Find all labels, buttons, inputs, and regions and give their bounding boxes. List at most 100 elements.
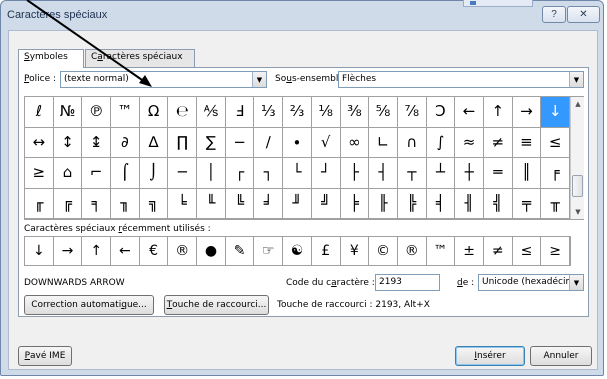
symbol-grid[interactable]: ╥ ╤ ╣ ╢ ╡ ╠ ╟ ╞ ╝ ╜ ╛ ╚ ╙ ╘ ╗ ╖ ╕ ╔ ╓ ╒ ║ ═ ┼ ┴ ┬ ┤ ├ ┘ └ ┐ ┌ │ ─ ⌡ ⌠ ⌐ ⌂ ≥ ≤ ≡… — [24, 96, 584, 220]
recent-symbol-cell[interactable]: ® — [398, 237, 427, 265]
recent-symbol-cell[interactable]: ≠ — [484, 237, 513, 265]
symbol-cell[interactable]: ⅜ — [340, 97, 370, 128]
recent-symbol-cell[interactable]: ¥ — [341, 237, 370, 265]
symbol-cell[interactable]: ╗ — [139, 188, 169, 219]
symbol-cell[interactable]: ┬ — [397, 158, 427, 189]
recent-symbol-cell[interactable]: ↓ — [25, 237, 54, 265]
recent-symbol-cell[interactable]: ☞ — [254, 237, 284, 265]
symbol-cell[interactable]: ∫ — [426, 127, 456, 158]
symbol-cell[interactable]: ╝ — [311, 188, 341, 219]
scroll-up-icon[interactable]: ▲ — [571, 97, 585, 111]
symbol-cell[interactable]: └ — [283, 158, 312, 189]
symbol-cell[interactable]: ╥ — [541, 188, 570, 219]
symbol-cell[interactable]: ⅝ — [369, 97, 398, 128]
symbol-cell[interactable]: ∂ — [111, 127, 140, 158]
symbol-cell[interactable]: ╘ — [168, 188, 198, 219]
recent-symbol-cell[interactable]: ✎ — [226, 237, 255, 265]
symbol-cell[interactable]: ═ — [483, 158, 513, 189]
symbol-cell[interactable]: ≡ — [512, 127, 542, 158]
symbol-cell[interactable]: ╣ — [483, 188, 513, 219]
symbol-cell[interactable]: ┤ — [369, 158, 398, 189]
symbol-cell[interactable]: ╔ — [53, 188, 83, 219]
scroll-thumb[interactable] — [572, 175, 583, 197]
symbol-cell[interactable]: ╛ — [254, 188, 284, 219]
symbol-cell[interactable]: ∆ — [139, 127, 169, 158]
symbol-cell[interactable]: ⅍ — [197, 97, 226, 128]
recent-symbol-cell[interactable]: ☯ — [283, 237, 312, 265]
symbol-cell[interactable]: ╤ — [512, 188, 542, 219]
symbol-cell[interactable]: ↕ — [53, 127, 83, 158]
scroll-down-icon[interactable]: ▼ — [571, 205, 585, 219]
recent-symbol-cell[interactable]: ← — [111, 237, 140, 265]
symbol-cell[interactable]: ≥ — [25, 158, 54, 189]
symbol-cell[interactable]: ║ — [512, 158, 542, 189]
symbol-cell[interactable]: № — [53, 97, 83, 128]
symbol-cell[interactable]: ™ — [111, 97, 140, 128]
shortcut-key-button[interactable]: Touche de raccourci... — [164, 295, 269, 315]
symbol-cell[interactable]: ╕ — [82, 188, 112, 219]
symbol-cell[interactable]: ↔ — [25, 127, 54, 158]
symbol-cell-selected[interactable]: ↓ — [541, 97, 570, 128]
symbol-cell[interactable]: ℓ — [25, 97, 54, 128]
close-button[interactable]: ✕ — [567, 6, 600, 23]
symbol-cell[interactable]: ┌ — [225, 158, 255, 189]
symbol-cell[interactable]: ╖ — [111, 188, 140, 219]
symbol-cell[interactable]: ↨ — [82, 127, 112, 158]
recent-symbol-cell[interactable]: ® — [168, 237, 198, 265]
symbol-cell[interactable]: ∕ — [254, 127, 284, 158]
char-code-field[interactable]: 2193 — [375, 274, 440, 291]
symbol-cell[interactable]: ← — [455, 97, 484, 128]
recent-symbol-cell[interactable]: → — [54, 237, 83, 265]
symbol-cell[interactable]: ╞ — [340, 188, 370, 219]
chevron-down-icon[interactable]: ▼ — [569, 275, 583, 290]
font-select[interactable]: (texte normal) ▼ — [60, 71, 267, 88]
recent-symbol-cell[interactable]: ≤ — [513, 237, 542, 265]
symbol-cell[interactable]: ℗ — [82, 97, 112, 128]
recent-symbols-grid[interactable]: ↓ → ↑ ← € ® ● ✎ ☞ ☯ £ ¥ © ® ™ ± ≠ ≤ ≥ — [24, 236, 571, 266]
symbol-cell[interactable]: → — [512, 97, 542, 128]
symbol-cell[interactable]: Ↄ — [426, 97, 456, 128]
symbol-cell[interactable]: ┐ — [254, 158, 284, 189]
symbol-cell[interactable]: ↑ — [483, 97, 513, 128]
subset-select[interactable]: Flèches ▼ — [338, 71, 584, 88]
symbol-cell[interactable]: ℮ — [168, 97, 198, 128]
symbol-cell[interactable]: ∑ — [197, 127, 226, 158]
symbol-cell[interactable]: ─ — [168, 158, 198, 189]
symbol-cell[interactable]: ∞ — [340, 127, 370, 158]
symbol-cell[interactable]: ╓ — [25, 188, 54, 219]
help-button[interactable]: ? — [542, 6, 566, 23]
symbol-cell[interactable]: ╒ — [541, 158, 570, 189]
symbol-cell[interactable]: ╢ — [455, 188, 484, 219]
recent-symbol-cell[interactable]: ™ — [427, 237, 456, 265]
symbol-cell[interactable]: ∙ — [283, 127, 312, 158]
recent-symbol-cell[interactable]: © — [369, 237, 398, 265]
recent-symbol-cell[interactable]: € — [140, 237, 169, 265]
symbol-cell[interactable]: ⅔ — [283, 97, 312, 128]
symbol-cell[interactable]: ∟ — [369, 127, 398, 158]
symbol-cell[interactable]: ≤ — [541, 127, 570, 158]
symbol-cell[interactable]: │ — [197, 158, 226, 189]
symbol-cell[interactable]: ⅛ — [311, 97, 341, 128]
insert-button[interactable]: Insérer — [455, 346, 525, 366]
autocorrect-button[interactable]: Correction automati q ue... — [24, 295, 154, 315]
symbol-cell[interactable]: √ — [311, 127, 341, 158]
grid-scrollbar[interactable]: ▲ ▼ — [570, 97, 584, 219]
symbol-cell[interactable]: Ω — [139, 97, 169, 128]
tab-symboles[interactable]: Symboles — [18, 49, 84, 68]
symbol-cell[interactable]: ⌠ — [111, 158, 140, 189]
recent-symbol-cell[interactable]: ± — [455, 237, 484, 265]
symbol-cell[interactable]: ┼ — [455, 158, 484, 189]
symbol-cell[interactable]: ╚ — [225, 188, 255, 219]
symbol-cell[interactable]: ┴ — [426, 158, 456, 189]
symbol-cell[interactable]: ├ — [340, 158, 370, 189]
recent-symbol-cell[interactable]: ≥ — [541, 237, 570, 265]
symbol-cell[interactable]: ∩ — [397, 127, 427, 158]
symbol-cell[interactable]: ╟ — [369, 188, 398, 219]
symbol-cell[interactable]: ┘ — [311, 158, 341, 189]
tab-caracteres-speciaux[interactable]: Caractères spéciaux — [85, 49, 195, 67]
chevron-down-icon[interactable]: ▼ — [569, 72, 583, 87]
chevron-down-icon[interactable]: ▼ — [252, 72, 266, 87]
encoding-select[interactable]: Unicode (hexadécimal) ▼ — [478, 274, 584, 291]
symbol-cell[interactable]: ⌂ — [53, 158, 83, 189]
symbol-cell[interactable]: ╠ — [397, 188, 427, 219]
